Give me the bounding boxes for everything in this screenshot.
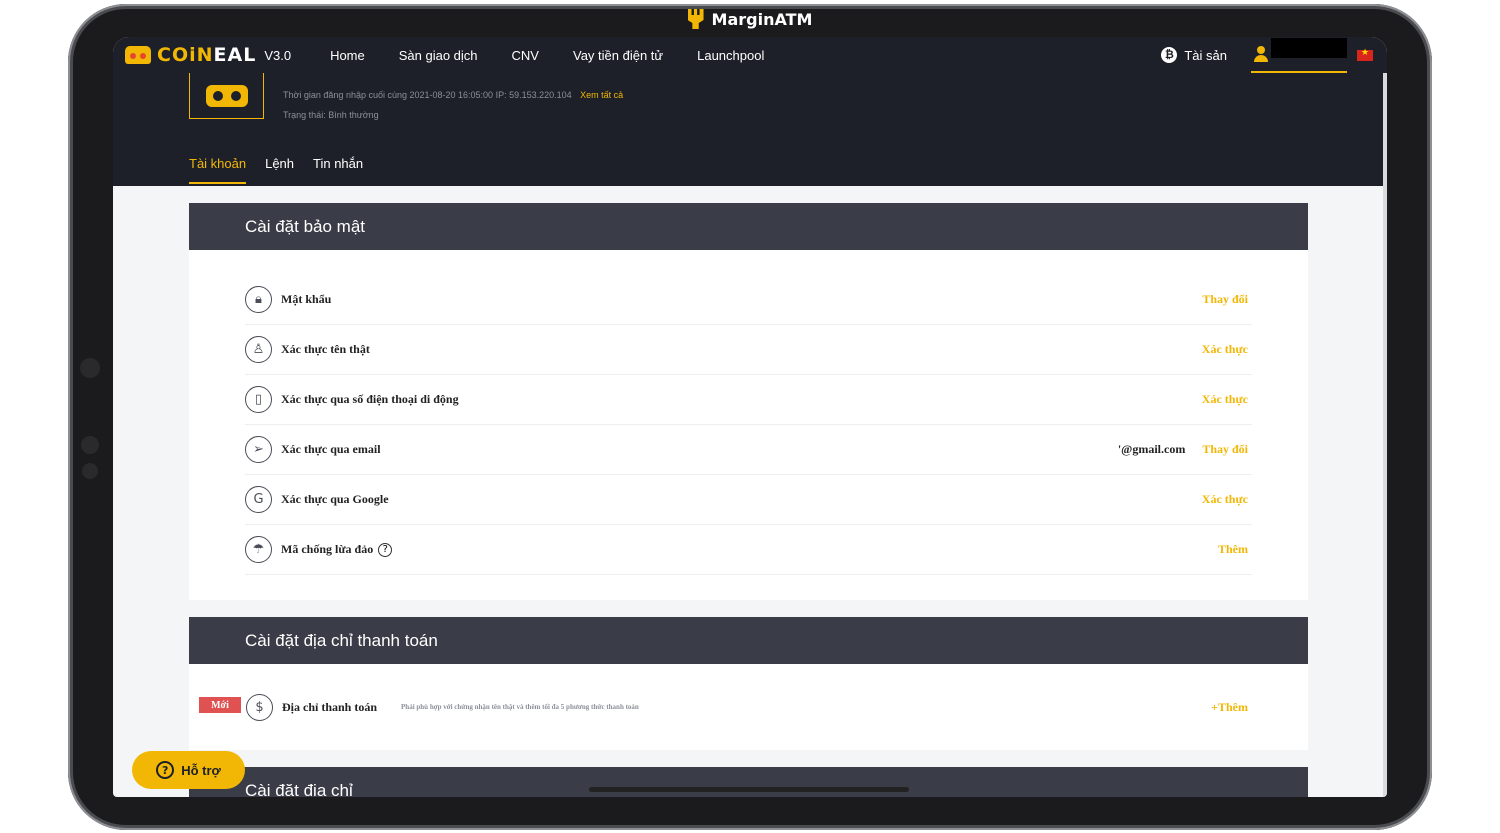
screen: COiN EAL V3.0 Home Sàn giao dịch CNV Vay … (113, 37, 1387, 797)
dollar-icon: $ (246, 693, 273, 721)
list-item: ♙ Xác thực tên thật Xác thực (245, 325, 1252, 375)
window-title: MarginATM (0, 9, 1500, 29)
tab-messages[interactable]: Tin nhắn (313, 156, 363, 184)
last-login-info: Thời gian đăng nhập cuối cùng 2021-08-20… (283, 90, 623, 100)
bitcoin-icon: ₿ (1161, 47, 1178, 63)
google-icon: G (245, 486, 272, 513)
security-panel: Cài đặt bảo mật 🔒︎ Mật khẩu Thay đổi ♙ X… (189, 203, 1308, 600)
robot-logo-icon (125, 46, 151, 64)
nav-link-launchpool[interactable]: Launchpool (697, 48, 764, 63)
list-item: 🔒︎ Mật khẩu Thay đổi (245, 275, 1252, 325)
row-label: Mật khẩu (281, 292, 332, 306)
assets-menu[interactable]: ₿ Tài sản (1161, 47, 1227, 63)
list-item: ☂ Mã chống lừa đảo ? Thêm (245, 525, 1252, 575)
see-all-link[interactable]: Xem tất cả (580, 90, 623, 100)
home-indicator[interactable] (589, 787, 909, 792)
security-list: 🔒︎ Mật khẩu Thay đổi ♙ Xác thực tên thật… (189, 250, 1308, 575)
scrollbar[interactable] (1383, 73, 1387, 797)
new-badge: Mới (199, 697, 241, 713)
list-item: ▯ Xác thực qua số điện thoại di động Xác… (245, 375, 1252, 425)
nav-link-exchange[interactable]: Sàn giao dịch (399, 48, 478, 63)
row-label: Mã chống lừa đảo (281, 542, 374, 556)
change-email-button[interactable]: Thay đổi (1202, 442, 1248, 457)
lock-icon: 🔒︎ (245, 286, 272, 313)
verify-google-button[interactable]: Xác thực (1202, 492, 1248, 507)
robot-avatar-icon (205, 84, 248, 107)
tab-account[interactable]: Tài khoản (189, 156, 247, 184)
nav-right: ₿ Tài sản (1161, 37, 1387, 73)
change-password-button[interactable]: Thay đổi (1202, 292, 1248, 307)
nav-link-crypto-loan[interactable]: Vay tiền điện tử (573, 48, 663, 63)
row-label: Xác thực tên thật (281, 342, 370, 356)
address-panel: Cài đặt địa chỉ (189, 767, 1308, 797)
coineal-logo[interactable]: COiN EAL (125, 44, 256, 66)
logo-text: COiN (157, 44, 214, 66)
address-panel-title: Cài đặt địa chỉ (189, 767, 1308, 797)
assets-label: Tài sản (1184, 47, 1227, 63)
app-title: MarginATM (711, 10, 813, 29)
version-label: V3.0 (264, 47, 292, 63)
redacted-username (1271, 38, 1347, 58)
security-panel-title: Cài đặt bảo mật (189, 203, 1308, 250)
person-icon: ♙ (245, 336, 272, 363)
umbrella-icon: ☂ (245, 536, 272, 563)
help-icon[interactable]: ? (378, 542, 393, 557)
user-icon (1253, 46, 1269, 62)
send-icon: ➢ (245, 436, 272, 463)
list-item: G Xác thực qua Google Xác thực (245, 475, 1252, 525)
payment-panel: Cài đặt địa chỉ thanh toán Mới $ Địa chỉ… (189, 617, 1308, 750)
account-tabs: Tài khoản Lệnh Tin nhắn (189, 156, 382, 184)
nav-link-home[interactable]: Home (330, 48, 365, 63)
tab-orders[interactable]: Lệnh (265, 156, 294, 184)
row-label: Địa chỉ thanh toán (282, 699, 378, 714)
phone-icon: ▯ (245, 386, 272, 413)
user-menu[interactable] (1251, 37, 1347, 73)
verify-phone-button[interactable]: Xác thực (1202, 392, 1248, 407)
avatar (189, 73, 264, 119)
tablet-side-button (81, 436, 99, 454)
nav-link-cnv[interactable]: CNV (512, 48, 539, 63)
marginatm-logo-icon (687, 9, 704, 29)
row-label: Xác thực qua email (281, 442, 381, 456)
add-anti-phishing-button[interactable]: Thêm (1218, 542, 1248, 557)
top-nav: COiN EAL V3.0 Home Sàn giao dịch CNV Vay … (113, 37, 1387, 73)
logo-text: EAL (213, 44, 257, 66)
payment-note: Phải phù hợp với chứng nhận tên thật và … (401, 703, 639, 711)
last-login-text: Thời gian đăng nhập cuối cùng 2021-08-20… (283, 90, 572, 100)
question-icon: ? (156, 761, 175, 779)
row-label: Xác thực qua số điện thoại di động (281, 392, 459, 406)
tablet-side-button (82, 463, 98, 479)
verify-identity-button[interactable]: Xác thực (1202, 342, 1248, 357)
account-status: Trạng thái: Bình thường (283, 110, 379, 120)
add-payment-button[interactable]: +Thêm (1211, 700, 1248, 715)
list-item: ➢ Xác thực qua email '@gmail.com Thay đổ… (245, 425, 1252, 475)
row-label: Xác thực qua Google (281, 492, 389, 506)
support-label: Hỗ trợ (181, 762, 221, 778)
payment-panel-title: Cài đặt địa chỉ thanh toán (189, 617, 1308, 664)
vietnam-flag-icon[interactable] (1357, 47, 1373, 61)
account-header: Thời gian đăng nhập cuối cùng 2021-08-20… (113, 73, 1387, 186)
tablet-side-button (80, 358, 100, 378)
email-value: '@gmail.com (1117, 442, 1186, 456)
support-button[interactable]: ? Hỗ trợ (132, 751, 245, 789)
list-item: Mới $ Địa chỉ thanh toán Phải phù hợp vớ… (189, 664, 1308, 750)
